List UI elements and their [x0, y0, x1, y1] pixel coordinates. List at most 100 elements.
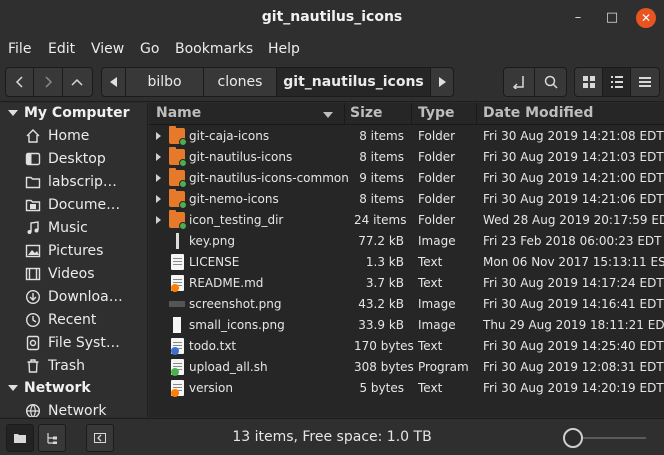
compact-view-button[interactable]	[631, 68, 659, 96]
back-button[interactable]	[6, 68, 35, 96]
file-row[interactable]: README.md 3.7 kB Text Fri 30 Aug 2019 14:17…	[149, 273, 664, 294]
sidebar-item-label: Trash	[48, 358, 85, 374]
column-header-date[interactable]: Date Modified	[483, 105, 593, 121]
breadcrumb-left-arrow[interactable]	[102, 68, 126, 96]
file-name: README.md	[189, 276, 264, 290]
sidebar-item-filesystem[interactable]: File Syst…	[24, 332, 120, 354]
expander-arrow-icon[interactable]	[156, 216, 161, 224]
maximize-button[interactable]: □	[602, 8, 622, 28]
sidebar-item-videos[interactable]: Videos	[24, 263, 95, 285]
close-button[interactable]: ✕	[636, 8, 656, 28]
menu-help[interactable]: Help	[268, 41, 300, 57]
zoom-slider-track[interactable]	[580, 437, 646, 439]
file-name: small_icons.png	[189, 318, 285, 332]
file-name: upload_all.sh	[189, 360, 268, 374]
breadcrumb-current[interactable]: git_nautilus_icons	[277, 68, 431, 96]
column-separator	[344, 103, 345, 125]
breadcrumb-clones[interactable]: clones	[204, 68, 277, 96]
file-type: Folder	[418, 129, 456, 143]
breadcrumb-bilbo[interactable]: bilbo	[126, 68, 204, 96]
action-buttons	[503, 67, 567, 97]
file-date: Fri 30 Aug 2019 14:21:00 EDT	[483, 171, 664, 185]
file-name: todo.txt	[189, 339, 237, 353]
toggle-location-button[interactable]	[504, 68, 536, 96]
desktop-icon	[24, 150, 42, 168]
sidebar-item-downloads[interactable]: Downloa…	[24, 286, 123, 308]
file-size: 3.7 kB	[365, 276, 404, 290]
file-row[interactable]: small_icons.png 33.9 kB Image Thu 29 Aug 20…	[149, 315, 664, 336]
column-header-type[interactable]: Type	[418, 105, 455, 121]
file-row[interactable]: version 5 bytes Text Fri 30 Aug 2019 14:20:…	[149, 378, 664, 399]
expander-arrow-icon[interactable]	[156, 153, 161, 161]
sort-descending-icon[interactable]	[323, 112, 333, 118]
sidebar-item-recent[interactable]: Recent	[24, 309, 96, 331]
breadcrumb-label: bilbo	[147, 74, 182, 90]
git-status-emblem-icon	[179, 222, 187, 230]
text-file-icon	[171, 275, 184, 292]
git-staged-emblem-icon	[171, 347, 179, 355]
git-clean-emblem-icon	[171, 368, 179, 376]
file-type: Folder	[418, 213, 456, 227]
file-row[interactable]: LICENSE 1.3 kB Text Mon 06 Nov 2017 15:13:1…	[149, 252, 664, 273]
up-button[interactable]	[63, 68, 92, 96]
breadcrumb: bilbo clones git_nautilus_icons	[101, 67, 454, 97]
expander-arrow-icon[interactable]	[156, 174, 161, 182]
menu-view[interactable]: View	[91, 41, 124, 57]
file-row[interactable]: todo.txt 170 bytes Text Fri 30 Aug 2019 14:…	[149, 336, 664, 357]
sidebar-item-labscrip[interactable]: labscrip…	[24, 171, 117, 193]
file-name: git-nemo-icons	[189, 192, 279, 206]
file-row[interactable]: key.png 77.2 kB Image Fri 23 Feb 2018 06:00…	[149, 231, 664, 252]
menu-bookmarks[interactable]: Bookmarks	[175, 41, 253, 57]
file-size: 1.3 kB	[365, 255, 404, 269]
sidebar-item-desktop[interactable]: Desktop	[24, 148, 106, 170]
text-file-icon	[171, 359, 184, 376]
menu-file[interactable]: File	[8, 41, 31, 57]
file-type: Text	[418, 339, 443, 353]
file-name: LICENSE	[189, 255, 240, 269]
sidebar-item-pictures[interactable]: Pictures	[24, 240, 103, 262]
expander-arrow-icon[interactable]	[156, 195, 161, 203]
sidebar-item-label: labscrip…	[48, 174, 117, 190]
git-status-emblem-icon	[179, 159, 187, 167]
search-button[interactable]	[535, 68, 566, 96]
menu-edit[interactable]: Edit	[48, 41, 75, 57]
file-type: Image	[418, 234, 456, 248]
list-view-button[interactable]	[603, 68, 631, 96]
column-header-name[interactable]: Name	[156, 105, 201, 121]
icon-view-button[interactable]	[575, 68, 604, 96]
sidebar-item-documents[interactable]: Docume…	[24, 194, 120, 216]
chevron-up-icon	[71, 78, 83, 86]
menu-go[interactable]: Go	[140, 41, 159, 57]
zoom-slider-knob[interactable]	[563, 428, 583, 448]
breadcrumb-right-arrow[interactable]	[431, 68, 453, 96]
sidebar-item-label: Downloa…	[48, 289, 123, 305]
file-name: icon_testing_dir	[189, 213, 284, 227]
file-date: Fri 30 Aug 2019 14:25:40 EDT	[483, 339, 664, 353]
file-type: Text	[418, 276, 443, 290]
column-header-size[interactable]: Size	[350, 105, 383, 121]
file-size: 308 bytes	[354, 360, 414, 374]
sidebar: My Computer Home Desktop labscrip… Docum…	[0, 103, 148, 417]
file-row[interactable]: upload_all.sh 308 bytes Program Fri 30 Aug …	[149, 357, 664, 378]
sidebar-section-network[interactable]: Network	[8, 380, 91, 396]
forward-button[interactable]	[34, 68, 63, 96]
file-row[interactable]: git-nautilus-icons 8 items Folder Fri 30 Au…	[149, 147, 664, 168]
file-name: version	[189, 381, 233, 395]
file-row[interactable]: git-caja-icons 8 items Folder Fri 30 Aug 20…	[149, 126, 664, 147]
sidebar-item-home[interactable]: Home	[24, 125, 89, 147]
folder-icon	[24, 173, 42, 191]
sidebar-item-network[interactable]: Network	[24, 400, 106, 417]
file-row[interactable]: git-nautilus-icons-common 9 items Folder Fr…	[149, 168, 664, 189]
file-row[interactable]: screenshot.png 43.2 kB Image Fri 30 Aug 201…	[149, 294, 664, 315]
sidebar-item-label: File Syst…	[48, 335, 120, 351]
file-row[interactable]: git-nemo-icons 8 items Folder Fri 30 Aug 20…	[149, 189, 664, 210]
grid-icon	[582, 76, 595, 88]
sidebar-item-trash[interactable]: Trash	[24, 355, 85, 377]
sidebar-section-my-computer[interactable]: My Computer	[8, 105, 130, 121]
minimize-button[interactable]: –	[568, 8, 588, 28]
expander-arrow-icon[interactable]	[156, 132, 161, 140]
sidebar-item-music[interactable]: Music	[24, 217, 88, 239]
breadcrumb-label: git_nautilus_icons	[283, 74, 424, 90]
folder-icon	[169, 210, 187, 230]
file-row[interactable]: icon_testing_dir 24 items Folder Wed 28 Aug…	[149, 210, 664, 231]
